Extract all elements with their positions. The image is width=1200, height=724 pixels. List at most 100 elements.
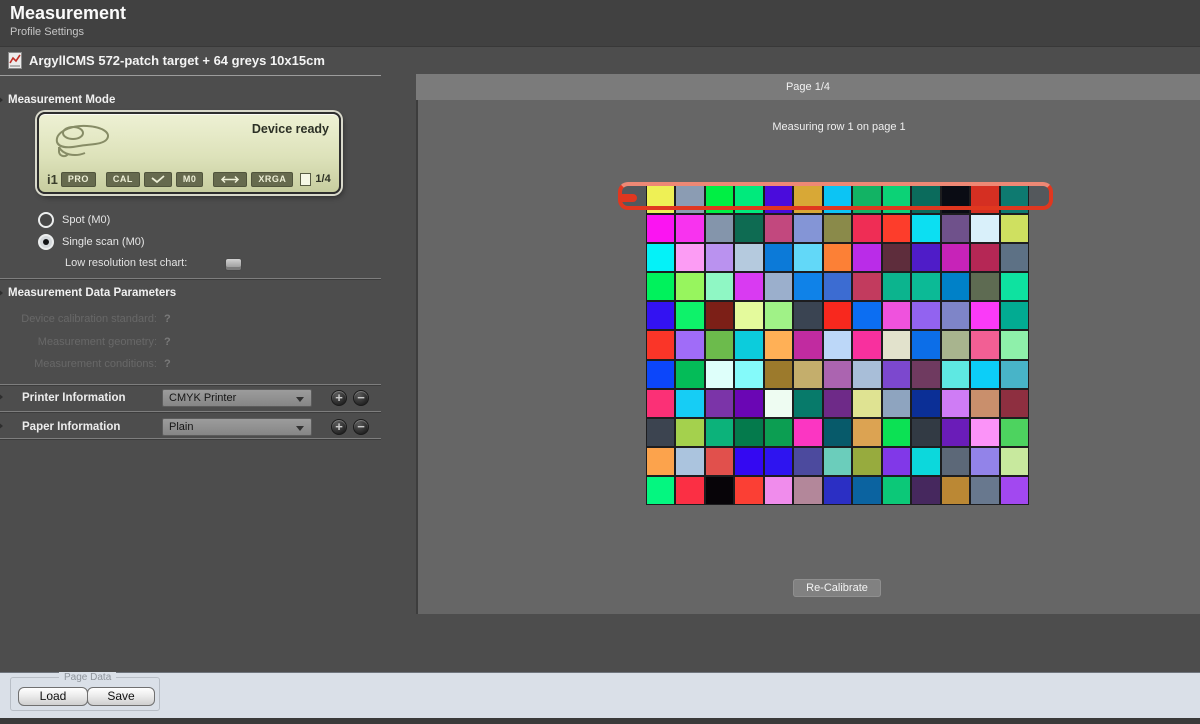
divider	[0, 411, 381, 413]
paper-add-button[interactable]: +	[331, 419, 347, 435]
divider	[0, 278, 381, 280]
color-patch	[735, 244, 762, 271]
color-patch	[971, 273, 998, 300]
radio-spot-label: Spot (M0)	[62, 214, 110, 226]
color-patch	[824, 390, 851, 417]
paper-dropdown-value: Plain	[169, 421, 193, 433]
collapse-arrow-icon[interactable]	[0, 421, 3, 431]
printer-remove-button[interactable]: −	[353, 390, 369, 406]
color-patch	[735, 361, 762, 388]
printer-dropdown[interactable]: CMYK Printer	[162, 389, 312, 407]
color-patch	[883, 302, 910, 329]
color-patch	[794, 419, 821, 446]
device-display: Device ready i1 PRO CAL M0 XRGA 1/4	[37, 112, 341, 194]
scan-check-icon	[144, 172, 172, 187]
color-patch	[912, 215, 939, 242]
color-patch	[676, 273, 703, 300]
color-patch	[1001, 244, 1028, 271]
color-patch	[942, 273, 969, 300]
color-patch	[824, 419, 851, 446]
color-patch	[883, 215, 910, 242]
color-patch	[676, 331, 703, 358]
param-label-measurement-geometry: Measurement geometry:	[0, 336, 157, 348]
param-value-measurement-conditions: ?	[164, 358, 171, 370]
page-data-group: Page Data Load Save	[10, 677, 160, 711]
color-patch	[853, 302, 880, 329]
bottom-edge	[0, 718, 1200, 724]
color-patch	[794, 477, 821, 504]
color-patch	[824, 331, 851, 358]
radio-row-spot: Spot (M0)	[38, 213, 110, 227]
scan-ruler-clip	[622, 194, 637, 202]
color-patch	[824, 273, 851, 300]
printer-add-button[interactable]: +	[331, 390, 347, 406]
color-patch	[853, 477, 880, 504]
color-patch	[735, 390, 762, 417]
color-patch	[794, 244, 821, 271]
color-patch	[853, 390, 880, 417]
color-patch	[676, 361, 703, 388]
paper-information-label: Paper Information	[22, 421, 120, 433]
color-patch	[912, 448, 939, 475]
radio-single-scan[interactable]	[38, 234, 54, 250]
color-patch	[706, 477, 733, 504]
color-patch	[765, 419, 792, 446]
color-patch	[912, 419, 939, 446]
divider	[0, 384, 381, 386]
chart-document-icon	[8, 52, 22, 69]
page-bar: Page 1/4	[416, 74, 1200, 100]
color-patch	[706, 302, 733, 329]
color-patch	[676, 244, 703, 271]
color-patch	[1001, 361, 1028, 388]
left-right-arrows-icon	[213, 172, 247, 187]
color-patch	[853, 331, 880, 358]
color-patch	[765, 302, 792, 329]
badge-m0: M0	[176, 172, 204, 187]
color-patch	[942, 419, 969, 446]
paper-dropdown[interactable]: Plain	[162, 418, 312, 436]
color-patch	[676, 302, 703, 329]
color-patch	[971, 419, 998, 446]
color-patch	[912, 361, 939, 388]
page-icon	[300, 173, 311, 186]
paper-remove-button[interactable]: −	[353, 419, 369, 435]
color-patch	[824, 215, 851, 242]
target-title: ArgyllCMS 572-patch target + 64 greys 10…	[29, 53, 325, 68]
color-patch	[735, 419, 762, 446]
app-header: Measurement Profile Settings	[0, 0, 1200, 47]
param-label-measurement-conditions: Measurement conditions:	[0, 358, 157, 370]
color-patch	[735, 477, 762, 504]
color-patch	[676, 215, 703, 242]
collapse-arrow-icon[interactable]	[0, 288, 3, 298]
color-patch	[971, 302, 998, 329]
color-patch	[765, 273, 792, 300]
color-patch	[971, 244, 998, 271]
color-patch	[765, 244, 792, 271]
device-status: Device ready	[252, 122, 329, 136]
color-patch	[942, 331, 969, 358]
divider	[0, 75, 381, 76]
color-patch	[824, 302, 851, 329]
color-patch	[735, 331, 762, 358]
collapse-arrow-icon[interactable]	[0, 392, 3, 402]
color-patch	[1001, 215, 1028, 242]
param-value-calibration-standard: ?	[164, 313, 171, 325]
radio-spot[interactable]	[38, 212, 54, 228]
color-patch	[647, 477, 674, 504]
color-patch	[912, 477, 939, 504]
color-patch	[706, 215, 733, 242]
color-patch	[883, 448, 910, 475]
printer-dropdown-value: CMYK Printer	[169, 392, 236, 404]
color-patch	[765, 361, 792, 388]
low-res-chart-toggle[interactable]	[225, 258, 242, 271]
load-button[interactable]: Load	[18, 687, 88, 706]
chevron-down-icon	[296, 397, 304, 402]
color-patch	[942, 477, 969, 504]
color-patch	[942, 390, 969, 417]
collapse-arrow-icon[interactable]	[0, 95, 3, 105]
color-patch	[824, 244, 851, 271]
color-patch	[942, 302, 969, 329]
recalibrate-button[interactable]: Re-Calibrate	[793, 579, 881, 597]
color-patch	[824, 477, 851, 504]
save-button[interactable]: Save	[87, 687, 155, 706]
